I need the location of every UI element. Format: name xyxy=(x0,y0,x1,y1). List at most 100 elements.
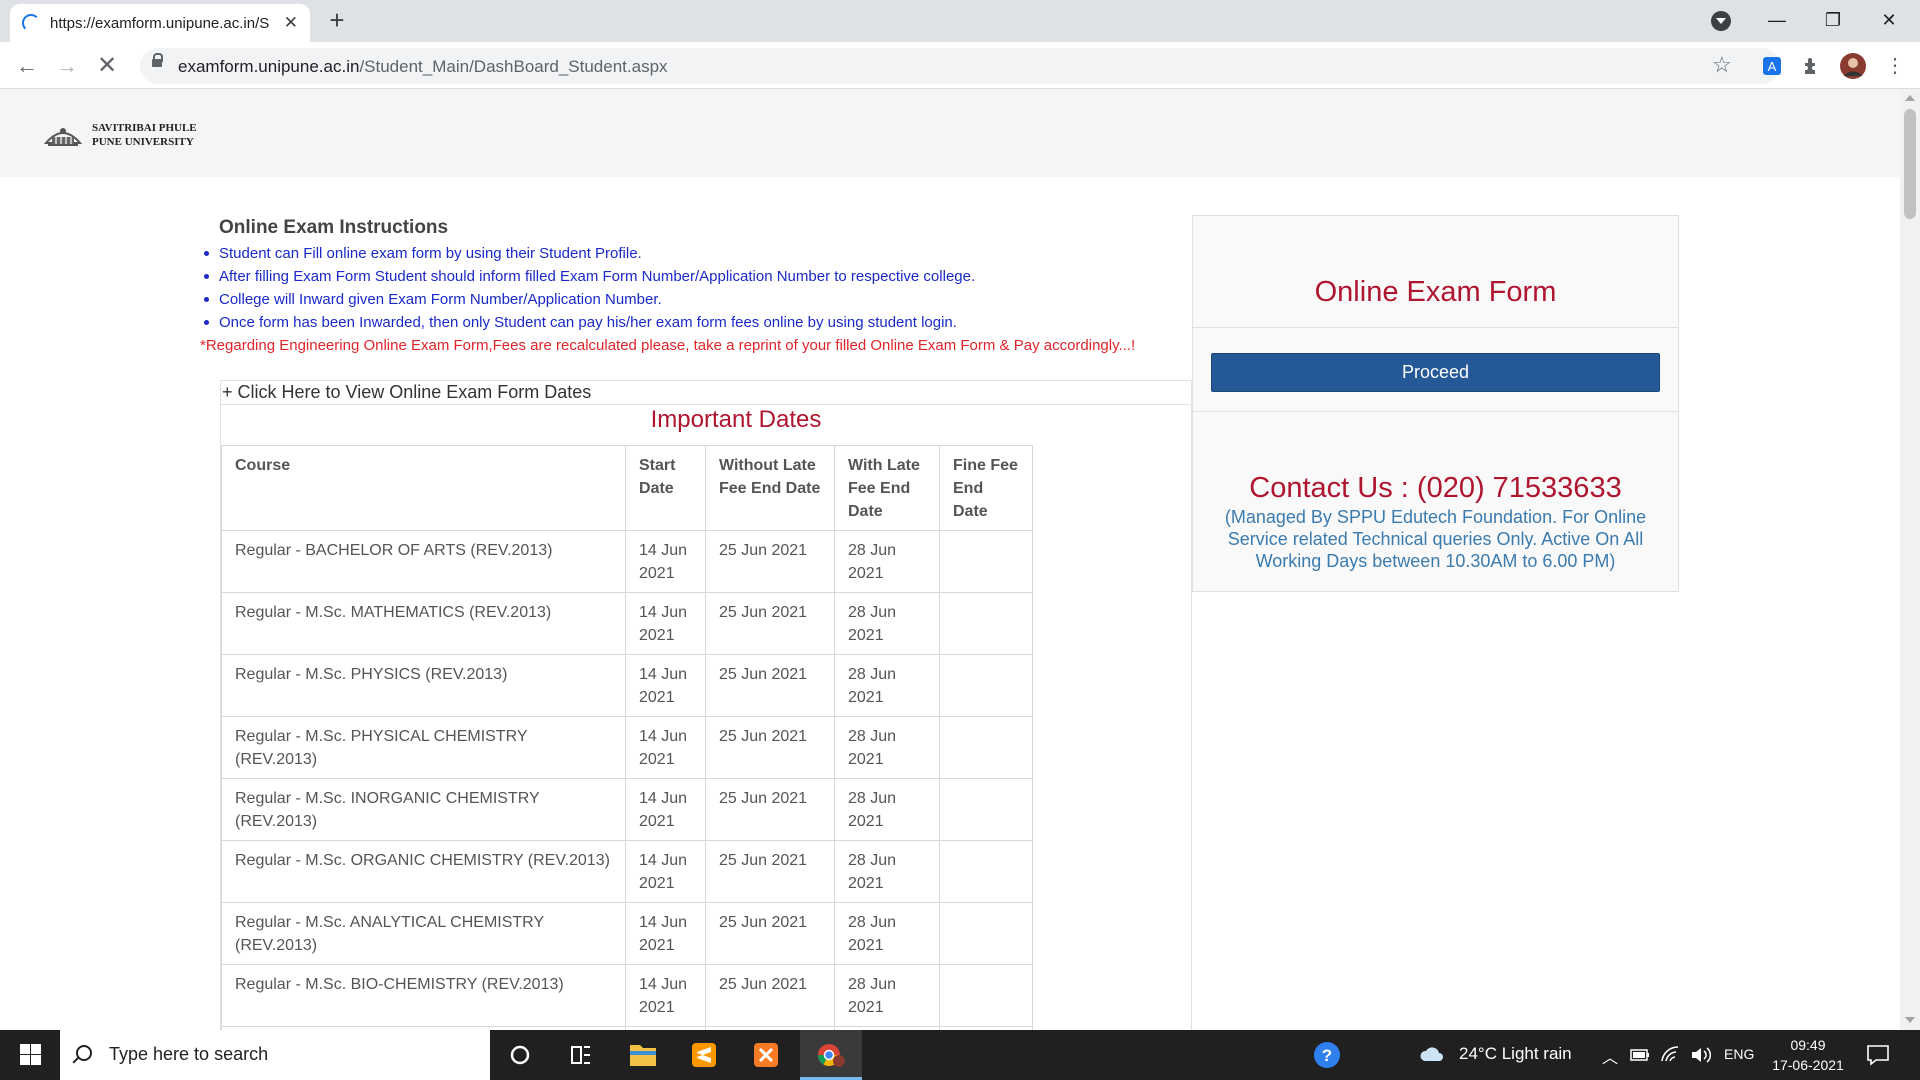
xampp-icon[interactable] xyxy=(736,1030,796,1080)
table-row: Regular - M.Sc. ORGANIC CHEMISTRY (REV.2… xyxy=(221,840,1033,903)
table-cell xyxy=(939,840,1033,903)
table-cell xyxy=(939,902,1033,965)
windows-start-icon[interactable] xyxy=(0,1030,60,1080)
table-cell: Regular - BACHELOR OF ARTS (REV.2013) xyxy=(221,530,626,593)
browser-tab-strip: https://examform.unipune.ac.in/S ✕ + — ❐… xyxy=(0,0,1920,42)
instruction-item: Student can Fill online exam form by usi… xyxy=(203,242,975,265)
web-page: SAVITRIBAI PHULE PUNE UNIVERSITY Online … xyxy=(0,89,1900,1030)
scroll-down-arrow-icon[interactable] xyxy=(1905,1017,1915,1023)
taskbar-search-placeholder: Type here to search xyxy=(109,1044,269,1064)
table-cell: Regular - M.Sc. PHYSICS (REV.2013) xyxy=(221,654,626,717)
show-hidden-icons-chevron-icon[interactable]: ︿ xyxy=(1602,1044,1618,1068)
restore-button[interactable]: ❐ xyxy=(1810,0,1856,40)
table-cell: 28 Jun 2021 xyxy=(834,530,940,593)
view-exam-dates-toggle[interactable]: + Click Here to View Online Exam Form Da… xyxy=(220,380,1192,405)
important-dates-table: Course Start Date Without Late Fee End D… xyxy=(221,445,1033,1030)
address-bar[interactable]: examform.unipune.ac.in/Student_Main/Dash… xyxy=(140,48,1780,84)
cortana-icon[interactable] xyxy=(490,1030,550,1080)
taskbar-search-box[interactable]: Type here to search xyxy=(60,1030,490,1080)
task-view-icon[interactable] xyxy=(550,1030,610,1080)
new-tab-button[interactable]: + xyxy=(322,6,352,36)
column-header: Course xyxy=(221,445,626,531)
stop-loading-icon[interactable]: ✕ xyxy=(92,51,122,81)
online-exam-form-card: Online Exam Form Proceed Contact Us : (0… xyxy=(1192,215,1679,592)
table-cell xyxy=(939,592,1033,655)
table-cell: 25 Jun 2021 xyxy=(705,840,835,903)
loading-spinner-icon xyxy=(22,14,40,32)
table-cell: 25 Jun 2021 xyxy=(705,964,835,1027)
notifications-icon[interactable] xyxy=(1866,1044,1890,1066)
back-arrow-icon[interactable]: ← xyxy=(12,51,42,81)
tab-title: https://examform.unipune.ac.in/S xyxy=(50,14,270,32)
column-header: With Late Fee End Date xyxy=(834,445,940,531)
table-cell: 28 Jun 2021 xyxy=(834,592,940,655)
table-cell: 25 Jun 2021 xyxy=(705,592,835,655)
table-cell: 28 Jun 2021 xyxy=(834,964,940,1027)
browser-menu-icon[interactable]: ⋮ xyxy=(1880,51,1910,81)
table-row: Regular - BACHELOR OF ARTS (REV.2013) 14 … xyxy=(221,530,1033,593)
table-cell: 14 Jun 2021 xyxy=(625,530,706,593)
table-cell: 14 Jun 2021 xyxy=(625,592,706,655)
extension-translate-icon[interactable]: A xyxy=(1760,54,1784,78)
extensions-puzzle-icon[interactable] xyxy=(1800,54,1824,78)
scroll-up-arrow-icon[interactable] xyxy=(1905,95,1915,101)
forward-arrow-icon[interactable]: → xyxy=(52,51,82,81)
table-cell: Regular - M.Sc. BIO-CHEMISTRY (REV.2013) xyxy=(221,964,626,1027)
url-path: /Student_Main/DashBoard_Student.aspx xyxy=(359,57,668,76)
weather-cloud-icon[interactable] xyxy=(1418,1045,1446,1065)
help-icon[interactable]: ? xyxy=(1302,1030,1352,1080)
url-host: examform.unipune.ac.in xyxy=(178,57,360,76)
svg-text:?: ? xyxy=(1322,1046,1332,1065)
table-cell: 25 Jun 2021 xyxy=(705,716,835,779)
chrome-taskbar-button[interactable] xyxy=(800,1030,862,1080)
volume-icon[interactable] xyxy=(1690,1046,1712,1064)
university-logo-icon[interactable] xyxy=(42,119,84,149)
chrome-icon xyxy=(818,1044,845,1067)
card-action-area: Proceed xyxy=(1193,331,1678,412)
table-cell: Regular - M.Sc. ORGANIC CHEMISTRY (REV.2… xyxy=(221,840,626,903)
table-row: Regular - M.Sc. BIO-CHEMISTRY (REV.2013)… xyxy=(221,964,1033,1027)
battery-icon[interactable] xyxy=(1630,1048,1650,1062)
column-header: Fine Fee End Date xyxy=(939,445,1033,531)
input-language-indicator[interactable]: ENG xyxy=(1724,1046,1754,1062)
bookmark-star-icon[interactable]: ☆ xyxy=(1712,52,1732,78)
table-cell: 28 Jun 2021 xyxy=(834,716,940,779)
table-row: Regular - M.Sc. INORGANIC CHEMISTRY (REV… xyxy=(221,778,1033,841)
sublime-text-icon[interactable] xyxy=(674,1030,734,1080)
important-dates-heading: Important Dates xyxy=(650,406,822,433)
weather-text[interactable]: 24°C Light rain xyxy=(1459,1044,1572,1064)
site-header: SAVITRIBAI PHULE PUNE UNIVERSITY xyxy=(0,89,1900,177)
instruction-item: Once form has been Inwarded, then only S… xyxy=(203,311,975,334)
scrollbar-thumb[interactable] xyxy=(1904,109,1916,219)
table-cell xyxy=(939,778,1033,841)
card-header xyxy=(1193,216,1678,328)
file-explorer-icon[interactable] xyxy=(613,1030,673,1080)
proceed-button[interactable]: Proceed xyxy=(1211,353,1660,392)
profile-avatar-icon[interactable] xyxy=(1840,53,1866,79)
lock-icon[interactable] xyxy=(152,53,163,67)
taskbar-clock[interactable]: 09:49 17-06-2021 xyxy=(1768,1035,1848,1075)
page-scrollbar[interactable] xyxy=(1900,89,1920,1030)
instruction-item: College will Inward given Exam Form Numb… xyxy=(203,288,975,311)
clock-time: 09:49 xyxy=(1790,1037,1826,1053)
table-cell: 28 Jun 2021 xyxy=(834,840,940,903)
table-cell: 25 Jun 2021 xyxy=(705,902,835,965)
close-window-button[interactable]: ✕ xyxy=(1866,0,1912,40)
wifi-icon[interactable] xyxy=(1660,1045,1680,1063)
table-row: Regular - M.Sc. PHYSICS (REV.2013) 14 Jun… xyxy=(221,654,1033,717)
table-cell: 28 Jun 2021 xyxy=(834,654,940,717)
clock-date: 17-06-2021 xyxy=(1772,1057,1844,1073)
browser-tab-active[interactable]: https://examform.unipune.ac.in/S ✕ xyxy=(10,4,310,42)
tab-search-icon[interactable] xyxy=(1711,11,1731,31)
table-cell: 25 Jun 2021 xyxy=(705,654,835,717)
minimize-button[interactable]: — xyxy=(1754,0,1800,40)
close-tab-icon[interactable]: ✕ xyxy=(284,13,298,33)
table-cell xyxy=(939,530,1033,593)
table-cell xyxy=(939,654,1033,717)
table-cell xyxy=(939,716,1033,779)
instruction-item: After filling Exam Form Student should i… xyxy=(203,265,975,288)
logo-line-2: PUNE UNIVERSITY xyxy=(92,136,194,148)
search-icon xyxy=(76,1045,92,1061)
table-cell xyxy=(939,964,1033,1027)
table-cell: Regular - M.Sc. PHYSICAL CHEMISTRY (REV.… xyxy=(221,716,626,779)
